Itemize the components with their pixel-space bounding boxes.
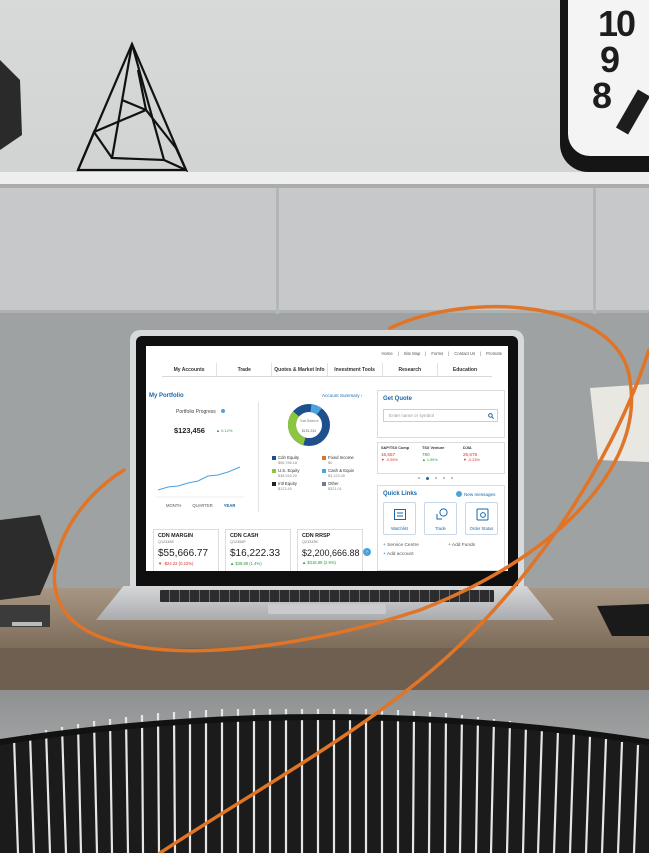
orange-swoosh-decoration bbox=[52, 304, 649, 853]
photo-scene: 10 9 8 Home | Site Map | Forms | Contact… bbox=[0, 0, 649, 853]
